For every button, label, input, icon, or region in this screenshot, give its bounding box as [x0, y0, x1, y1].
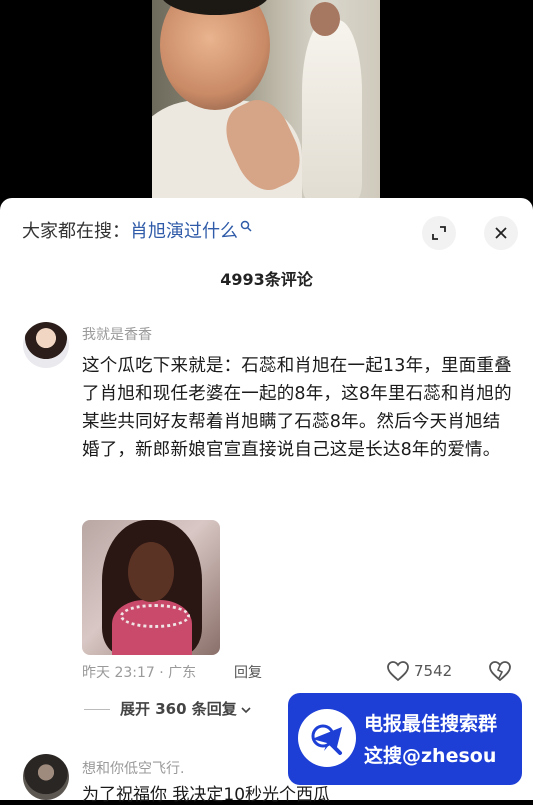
- suggested-search-query[interactable]: 肖旭演过什么: [130, 221, 238, 242]
- like-count: 7542: [414, 662, 453, 680]
- suggested-search[interactable]: 大家都在搜：肖旭演过什么: [22, 218, 252, 246]
- video-frame: [152, 0, 380, 210]
- comment-text: 为了祝福你 我决定10秒光个西瓜: [82, 785, 331, 805]
- telegram-search-logo-icon: [298, 709, 356, 767]
- search-icon: [240, 220, 252, 232]
- video-player[interactable]: [0, 0, 533, 210]
- heart-icon[interactable]: [386, 660, 410, 682]
- avatar[interactable]: [23, 754, 69, 800]
- comment-meta: 昨天 23:17 · 广东: [82, 665, 197, 681]
- promo-banner[interactable]: 电报最佳搜索群 这搜@zhesou: [288, 693, 522, 785]
- comment-text: 这个瓜吃下来就是：石蕊和肖旭在一起13年，里面重叠了肖旭和现任老婆在一起的8年，…: [82, 356, 512, 460]
- expand-button[interactable]: [422, 216, 456, 250]
- banner-subtitle: 这搜@zhesou: [364, 745, 497, 767]
- comment-username[interactable]: 我就是香香: [82, 324, 152, 344]
- divider: [84, 709, 110, 710]
- broken-heart-icon[interactable]: [488, 660, 512, 682]
- expand-replies-label: 展开 360 条回复: [120, 700, 237, 718]
- close-button[interactable]: [484, 216, 518, 250]
- expand-replies-button[interactable]: 展开 360 条回复: [120, 698, 251, 719]
- reply-button[interactable]: 回复: [234, 662, 262, 682]
- chevron-down-icon: [241, 706, 251, 713]
- close-icon: [495, 227, 507, 239]
- suggested-search-prefix: 大家都在搜：: [22, 221, 130, 242]
- avatar[interactable]: [23, 322, 69, 368]
- comment-image[interactable]: [82, 520, 220, 655]
- comment-count-title: 4993条评论: [220, 270, 313, 289]
- comment-username[interactable]: 想和你低空飞行.: [82, 758, 184, 778]
- banner-title: 电报最佳搜索群: [364, 713, 498, 735]
- expand-icon: [432, 226, 446, 240]
